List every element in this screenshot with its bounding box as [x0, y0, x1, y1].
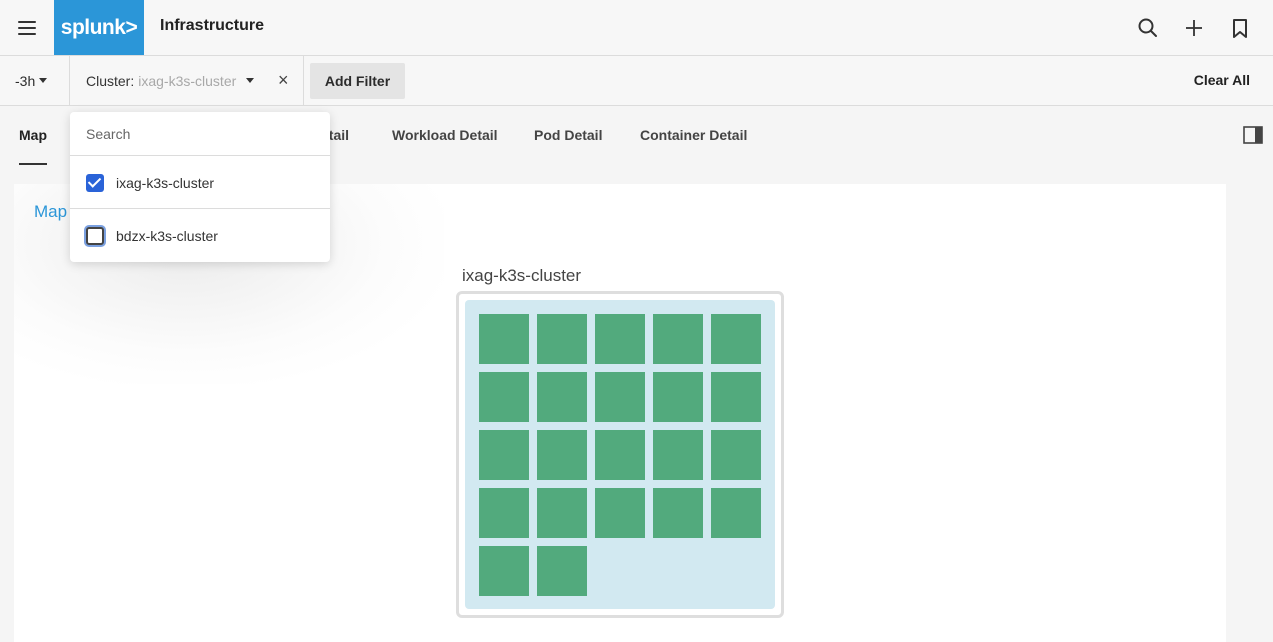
node-tile[interactable]	[479, 430, 529, 480]
tab-map[interactable]: Map	[19, 127, 47, 143]
tab-workload-detail[interactable]: Workload Detail	[392, 127, 498, 143]
node-tile[interactable]	[711, 430, 761, 480]
map-breadcrumb-link[interactable]: Map	[34, 202, 67, 222]
dropdown-option[interactable]: bdzx-k3s-cluster	[70, 210, 330, 262]
node-tile[interactable]	[653, 372, 703, 422]
cluster-container[interactable]	[456, 291, 784, 618]
node-tile[interactable]	[537, 546, 587, 596]
node-tile[interactable]	[595, 372, 645, 422]
menu-icon[interactable]	[14, 16, 40, 40]
dropdown-search-input[interactable]	[70, 112, 330, 156]
top-bar: splunk> Infrastructure	[0, 0, 1273, 56]
node-tile[interactable]	[595, 488, 645, 538]
filter-bar: -3h Cluster: ixag-k3s-cluster × Add Filt…	[0, 56, 1273, 106]
page-title: Infrastructure	[160, 17, 265, 34]
tab-pod-detail[interactable]: Pod Detail	[534, 127, 602, 143]
node-tile[interactable]	[653, 430, 703, 480]
caret-down-icon	[246, 78, 255, 83]
time-range-select[interactable]: -3h	[0, 56, 70, 105]
tab-container-detail[interactable]: Container Detail	[640, 127, 747, 143]
clear-all-button[interactable]: Clear All	[1194, 72, 1250, 88]
node-tile[interactable]	[711, 372, 761, 422]
plus-icon[interactable]	[1182, 16, 1206, 40]
cluster-node-grid	[465, 300, 775, 609]
caret-down-icon	[39, 78, 48, 83]
cluster-name-label: ixag-k3s-cluster	[462, 266, 582, 285]
close-icon[interactable]: ×	[278, 71, 289, 89]
node-tile[interactable]	[479, 546, 529, 596]
node-tile[interactable]	[653, 314, 703, 364]
dropdown-option-label: bdzx-k3s-cluster	[116, 228, 218, 244]
node-tile[interactable]	[711, 488, 761, 538]
cluster-filter-label: Cluster:	[86, 72, 135, 89]
cluster-filter[interactable]: Cluster: ixag-k3s-cluster	[70, 56, 304, 105]
add-filter-button[interactable]: Add Filter	[310, 63, 405, 99]
node-tile[interactable]	[479, 372, 529, 422]
node-tile[interactable]	[595, 314, 645, 364]
search-icon[interactable]	[1136, 16, 1160, 40]
cluster-dropdown: ixag-k3s-cluster bdzx-k3s-cluster	[70, 112, 330, 262]
time-range-value: -3h	[15, 72, 36, 89]
node-tile[interactable]	[479, 488, 529, 538]
bookmark-icon[interactable]	[1228, 16, 1252, 40]
node-tile[interactable]	[537, 430, 587, 480]
side-panel-icon[interactable]	[1243, 126, 1263, 144]
node-tile[interactable]	[711, 314, 761, 364]
node-tile[interactable]	[595, 430, 645, 480]
active-tab-indicator	[19, 163, 47, 165]
dropdown-option-label: ixag-k3s-cluster	[116, 174, 215, 191]
node-tile[interactable]	[653, 488, 703, 538]
checkbox-checked-icon[interactable]	[86, 173, 104, 192]
dropdown-option[interactable]: ixag-k3s-cluster	[70, 157, 330, 209]
node-tile[interactable]	[537, 488, 587, 538]
node-tile[interactable]	[537, 314, 587, 364]
node-tile[interactable]	[479, 314, 529, 364]
cluster-filter-value: ixag-k3s-cluster	[138, 72, 237, 89]
checkbox-unchecked-icon[interactable]	[86, 227, 104, 245]
splunk-logo[interactable]: splunk>	[54, 0, 144, 55]
node-tile[interactable]	[537, 372, 587, 422]
